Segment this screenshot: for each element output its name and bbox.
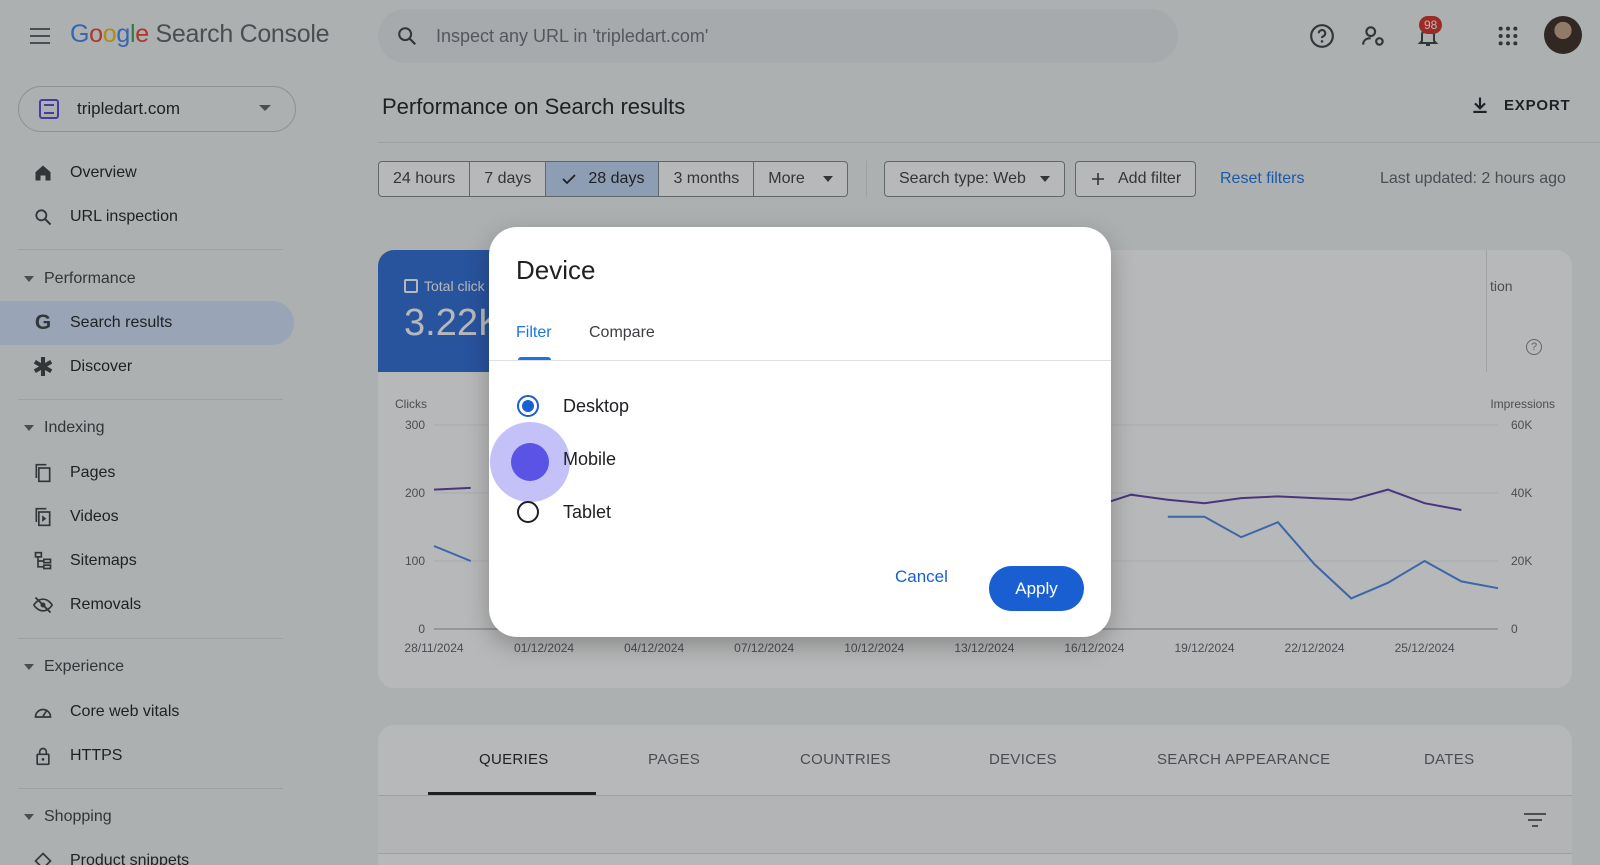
dialog-title: Device — [516, 255, 596, 285]
cancel-button[interactable]: Cancel — [895, 567, 948, 587]
tab-filter[interactable]: Filter — [516, 324, 552, 342]
radio-button[interactable] — [517, 395, 539, 417]
option-desktop[interactable]: Desktop — [517, 391, 629, 421]
device-filter-dialog: Device Filter Compare Desktop Mobile Tab… — [489, 227, 1111, 637]
tab-compare[interactable]: Compare — [589, 324, 655, 342]
dialog-divider — [489, 360, 1111, 361]
option-mobile[interactable]: Mobile — [517, 444, 616, 474]
radio-button[interactable] — [517, 501, 539, 523]
apply-button[interactable]: Apply — [989, 566, 1084, 611]
option-tablet[interactable]: Tablet — [517, 497, 611, 527]
